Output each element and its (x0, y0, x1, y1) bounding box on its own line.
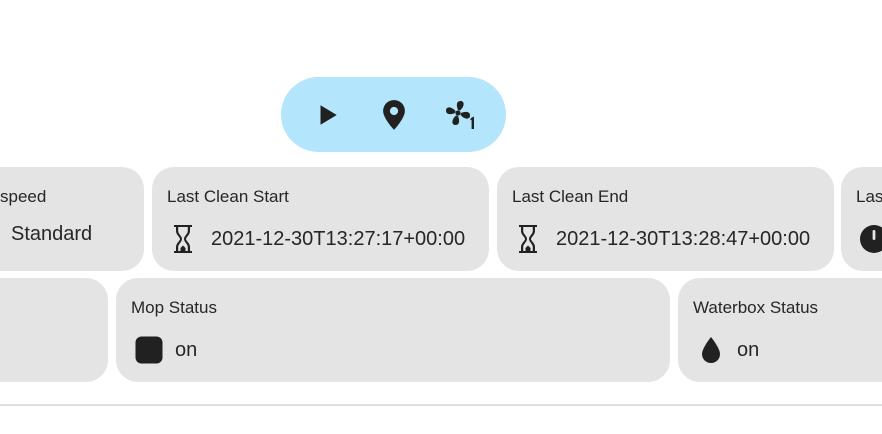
card-row (858, 223, 882, 255)
card-title: Las (856, 187, 882, 206)
last-clean-start-value: 2021-12-30T13:27:17+00:00 (211, 227, 466, 250)
card-row: on (133, 334, 197, 366)
water-drop-icon (695, 334, 727, 366)
square-rounded-icon (133, 334, 165, 366)
partial-card-left[interactable] (0, 278, 108, 382)
card-title: Last Clean End (512, 187, 629, 206)
last-clean-end-card[interactable]: Last Clean End 2021-12-30T13:28:47+00:00 (497, 167, 834, 271)
fan-speed-1-icon (445, 100, 474, 129)
hourglass-icon (512, 223, 544, 255)
partial-card[interactable]: Las (841, 167, 882, 271)
card-title: Waterbox Status (693, 298, 819, 317)
play-icon (320, 104, 337, 125)
bottom-divider (0, 404, 882, 406)
vacuum-dashboard: speed Standard Last Clean Start 2021-12-… (0, 0, 882, 434)
card-title: Last Clean Start (167, 187, 289, 206)
card-row: Standard (11, 223, 92, 246)
last-clean-end-value: 2021-12-30T13:28:47+00:00 (556, 227, 811, 250)
fan-speed-button[interactable] (441, 95, 481, 135)
card-title: Mop Status (131, 298, 217, 317)
fan-speed-value: Standard (11, 223, 93, 245)
locate-button[interactable] (374, 95, 414, 135)
card-row: on (695, 334, 759, 366)
card-row: 2021-12-30T13:27:17+00:00 (167, 223, 465, 255)
clock-icon (858, 223, 882, 255)
start-button[interactable] (307, 95, 347, 135)
card-title: speed (0, 187, 47, 206)
waterbox-status-card[interactable]: Waterbox Status on (678, 278, 882, 382)
fan-speed-card[interactable]: speed Standard (0, 167, 144, 271)
hourglass-icon (167, 223, 199, 255)
mop-status-card[interactable]: Mop Status on (116, 278, 670, 382)
mop-status-value: on (175, 338, 198, 361)
card-row: 2021-12-30T13:28:47+00:00 (512, 223, 810, 255)
waterbox-status-value: on (737, 338, 760, 361)
last-clean-start-card[interactable]: Last Clean Start 2021-12-30T13:27:17+00:… (152, 167, 489, 271)
map-marker-icon (382, 99, 405, 130)
vacuum-control-bar (281, 77, 506, 152)
